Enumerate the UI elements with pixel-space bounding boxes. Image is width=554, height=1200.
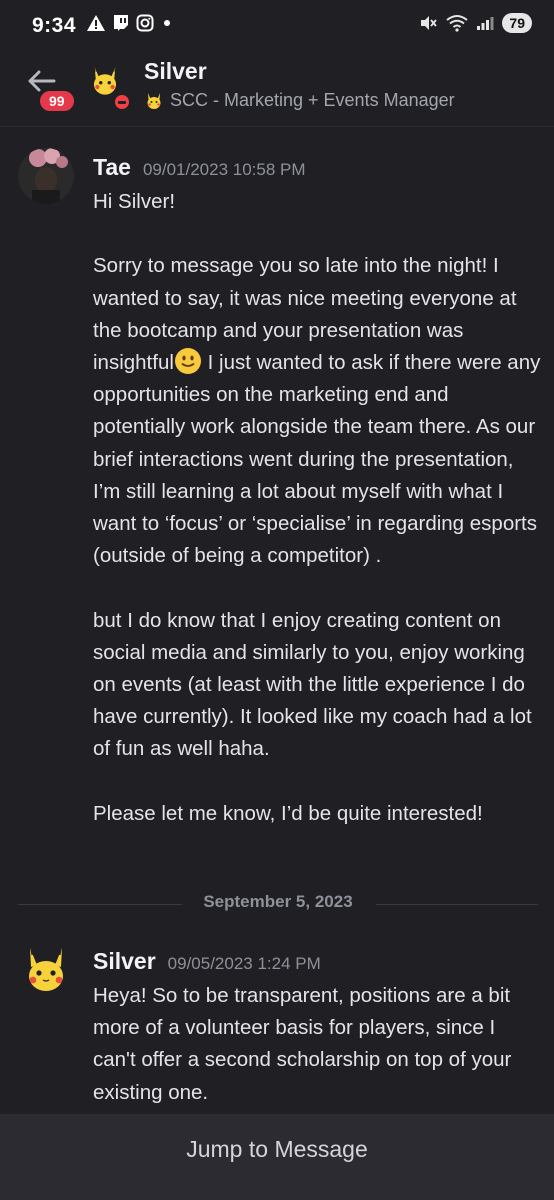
custom-status-text: SCC - Marketing + Events Manager	[170, 90, 455, 110]
mute-icon	[421, 16, 438, 30]
signal-icon	[477, 17, 494, 30]
battery-indicator: 79	[502, 13, 532, 33]
twitch-icon	[114, 15, 128, 31]
instagram-icon	[136, 14, 154, 32]
dnd-status-icon	[112, 92, 132, 112]
warning-icon	[87, 15, 105, 31]
dm-header: 99 Silver SCC - Marketing + Events Manag…	[0, 52, 554, 127]
pikachu-emoji-icon	[147, 92, 161, 109]
message-timestamp: 09/05/2023 1:24 PM	[167, 954, 321, 973]
jump-to-message-button[interactable]: Jump to Message	[0, 1114, 554, 1200]
message-paragraph: Please let me know, I’d be quite interes…	[93, 801, 483, 825]
wifi-icon	[446, 15, 469, 32]
message-greeting: Hi Silver!	[93, 190, 176, 213]
slightly-smiling-emoji-icon	[174, 348, 201, 375]
message-paragraph: I just wanted to ask if there were any o…	[93, 351, 547, 568]
message-timestamp: 09/01/2023 10:58 PM	[142, 160, 306, 179]
pikachu-avatar[interactable]	[18, 942, 74, 998]
message-author[interactable]: Silver	[93, 948, 156, 975]
unread-badge: 99	[38, 89, 76, 113]
message-content: Hi Silver! Sorry to message you so late …	[93, 186, 543, 830]
date-divider: September 5, 2023	[18, 892, 538, 916]
status-bar: 9:34 79	[0, 0, 554, 52]
custom-status: SCC - Marketing + Events Manager	[144, 90, 455, 111]
message-author[interactable]: Tae	[93, 154, 131, 181]
message-content: Heya! So to be transparent, positions ar…	[93, 984, 518, 1104]
jump-to-message-label: Jump to Message	[186, 1136, 368, 1162]
dm-title[interactable]: Silver	[144, 58, 207, 85]
user-avatar[interactable]	[18, 148, 74, 204]
divider-date: September 5, 2023	[203, 892, 353, 911]
notification-dot-icon	[164, 20, 170, 26]
message-paragraph: but I do know that I enjoy creating cont…	[93, 608, 538, 761]
status-time: 9:34	[32, 14, 77, 37]
